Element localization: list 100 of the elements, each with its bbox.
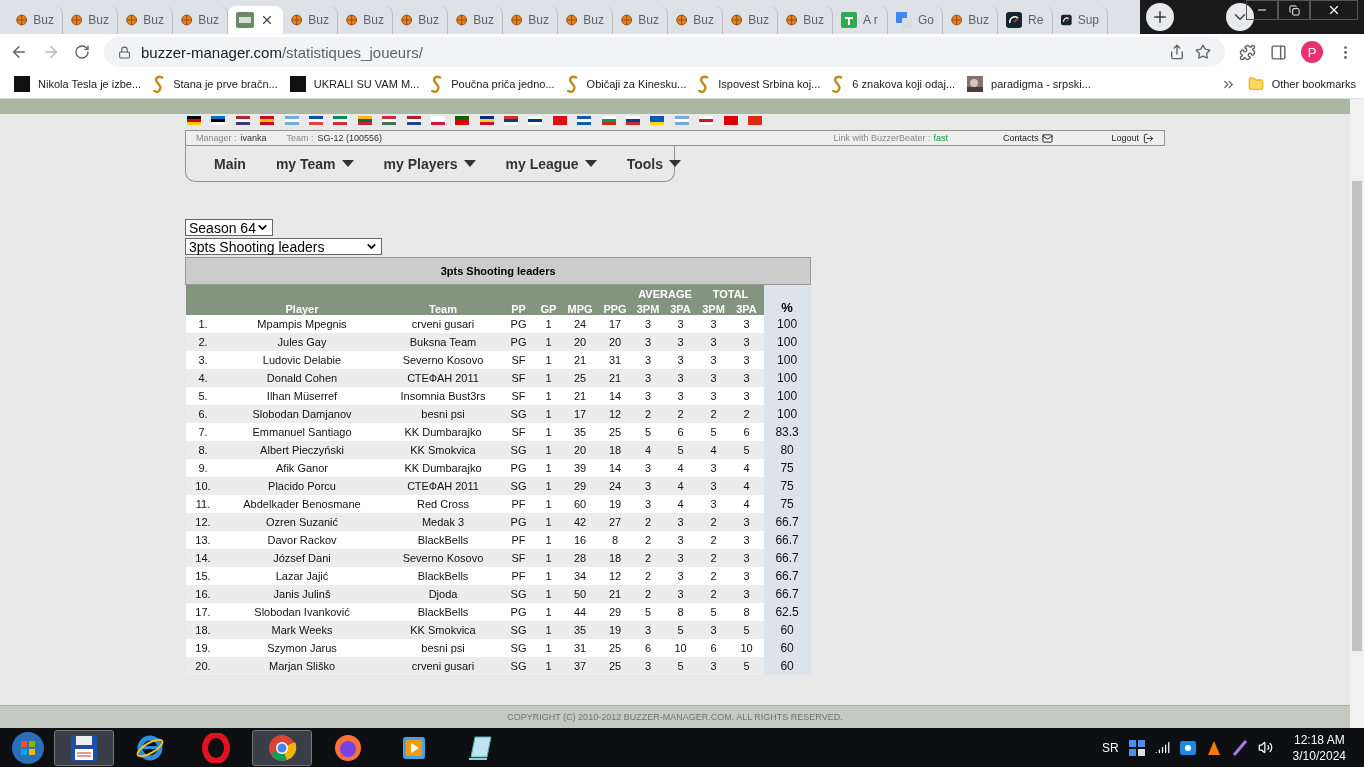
flag-icon[interactable] xyxy=(187,116,201,125)
flag-icon[interactable] xyxy=(308,116,323,125)
address-bar[interactable]: buzzer-manager.com/statistiques_joueurs/ xyxy=(104,37,1225,67)
bookmark[interactable]: paradigma - srpski... xyxy=(967,76,1091,92)
logout-icon[interactable] xyxy=(1143,132,1154,144)
s-logo-icon xyxy=(153,75,166,93)
bookmark[interactable]: Poučna priča jedno... xyxy=(431,75,555,93)
nav-item[interactable]: my Players xyxy=(383,155,476,172)
table-cell: 3 xyxy=(697,495,730,513)
bookmark[interactable]: Ispovest Srbina koj... xyxy=(698,75,821,93)
flag-icon[interactable] xyxy=(528,116,543,125)
extensions-icon[interactable] xyxy=(1239,43,1256,61)
table-cell: 4 xyxy=(663,495,698,513)
table-cell: 1 xyxy=(534,333,563,351)
bookmark[interactable]: UKRALI SU VAM M... xyxy=(289,76,420,92)
contacts-link[interactable]: Contacts xyxy=(1002,133,1039,143)
star-icon[interactable] xyxy=(1195,44,1211,60)
restore-button[interactable] xyxy=(1278,0,1310,20)
nav-item[interactable]: my League xyxy=(505,155,597,172)
table-cell: 83.3 xyxy=(763,423,811,441)
table-cell: SF xyxy=(502,351,535,369)
team-name: SG-12 (100556) xyxy=(317,133,383,143)
table-cell: PG xyxy=(502,333,535,351)
table-cell: 3 xyxy=(697,333,730,351)
side-panel-icon[interactable] xyxy=(1270,43,1287,61)
shield-icon[interactable] xyxy=(1205,739,1222,756)
table-cell: 25 xyxy=(597,639,633,657)
signal-icon[interactable] xyxy=(1154,740,1170,755)
table-cell: Mark Weeks xyxy=(220,621,384,639)
table-cell: 29 xyxy=(597,603,633,621)
flag-icon[interactable] xyxy=(235,116,250,125)
flag-icon[interactable] xyxy=(626,116,641,125)
column-header: 3PA xyxy=(729,300,764,315)
flag-icon[interactable] xyxy=(479,116,494,125)
logout-link[interactable]: Logout xyxy=(1111,133,1139,143)
taskbar-app[interactable] xyxy=(54,729,114,766)
bookmark[interactable]: 6 znakova koji odaj... xyxy=(832,75,956,93)
bookmark[interactable]: Nikola Tesla je izbe... xyxy=(14,76,142,92)
profile-avatar[interactable]: P xyxy=(1301,41,1323,63)
grid-icon[interactable] xyxy=(1128,739,1145,756)
table-cell: Severno Kosovo xyxy=(383,351,503,369)
minimize-button[interactable] xyxy=(1246,0,1278,20)
flag-icon[interactable] xyxy=(577,116,592,125)
language-indicator[interactable]: SR xyxy=(1101,740,1119,755)
table-cell: 3 xyxy=(632,477,664,495)
stat-select[interactable]: 3pts Shooting leaders xyxy=(185,238,382,255)
table-cell: KK Smokvica xyxy=(383,621,503,639)
table-cell: 2 xyxy=(697,549,730,567)
table-cell: 1 xyxy=(534,369,563,387)
table-cell: 75 xyxy=(763,495,811,513)
feather-icon[interactable] xyxy=(1231,739,1248,756)
bookmark-title: Stana je prve bračn... xyxy=(173,78,278,90)
taskbar-app[interactable] xyxy=(252,729,312,766)
close-button[interactable] xyxy=(1310,0,1358,20)
new-tab-button[interactable] xyxy=(1146,3,1174,31)
table-cell: 14. xyxy=(185,549,221,567)
bookmark[interactable]: Stana je prve bračn... xyxy=(153,75,278,93)
nav-item[interactable]: my Team xyxy=(275,155,354,172)
table-cell: 3 xyxy=(663,369,698,387)
flag-icon[interactable] xyxy=(211,116,226,125)
table-cell: 1 xyxy=(534,621,563,639)
table-cell: 16. xyxy=(185,585,221,603)
bookmark-title: Nikola Tesla je izbe... xyxy=(38,78,142,90)
tab-title: Buz xyxy=(583,13,604,27)
bookmark[interactable]: Običaji za Kinesku... xyxy=(566,75,687,93)
table-cell: 3 xyxy=(663,351,698,369)
table-cell: 1 xyxy=(534,477,563,495)
nav-item[interactable]: Tools xyxy=(626,155,681,172)
table-cell: 3 xyxy=(663,513,698,531)
browser-tab[interactable] xyxy=(228,6,283,34)
table-cell: 3 xyxy=(663,387,698,405)
table-cell: 5 xyxy=(663,441,698,459)
table-cell: 2 xyxy=(632,549,664,567)
table-cell: 3 xyxy=(729,549,764,567)
table-cell: 24 xyxy=(597,477,633,495)
table-cell: 100 xyxy=(763,333,811,351)
clock[interactable]: 12:18 AM 3/10/2024 xyxy=(1292,731,1346,764)
table-cell: 100 xyxy=(763,315,811,333)
table-cell: 1 xyxy=(534,495,563,513)
season-select[interactable]: Season 64 xyxy=(185,219,273,236)
table-cell: 3 xyxy=(632,621,664,639)
table-cell: 10 xyxy=(663,639,698,657)
table-cell: 1. xyxy=(185,315,221,333)
table-cell: 3 xyxy=(632,369,664,387)
back-icon[interactable] xyxy=(10,43,28,61)
volume-icon[interactable] xyxy=(1257,740,1273,755)
bookmark-folder[interactable]: Other bookmarks xyxy=(1247,76,1356,92)
reload-icon[interactable] xyxy=(74,44,90,60)
table-cell: 60 xyxy=(763,657,811,675)
share-icon[interactable] xyxy=(1169,44,1185,60)
flag-icon[interactable] xyxy=(504,116,519,125)
tab-search-button[interactable] xyxy=(1226,3,1254,31)
table-cell: Ozren Suzanić xyxy=(220,513,384,531)
flag-icon[interactable] xyxy=(406,116,421,125)
scrollbar[interactable] xyxy=(1350,99,1364,728)
close-icon[interactable] xyxy=(260,13,274,27)
mail-icon[interactable] xyxy=(1042,132,1054,144)
nav-item[interactable]: Main xyxy=(214,155,246,172)
bookmark-title: paradigma - srpski... xyxy=(991,78,1091,90)
camera-icon[interactable] xyxy=(1179,740,1196,755)
